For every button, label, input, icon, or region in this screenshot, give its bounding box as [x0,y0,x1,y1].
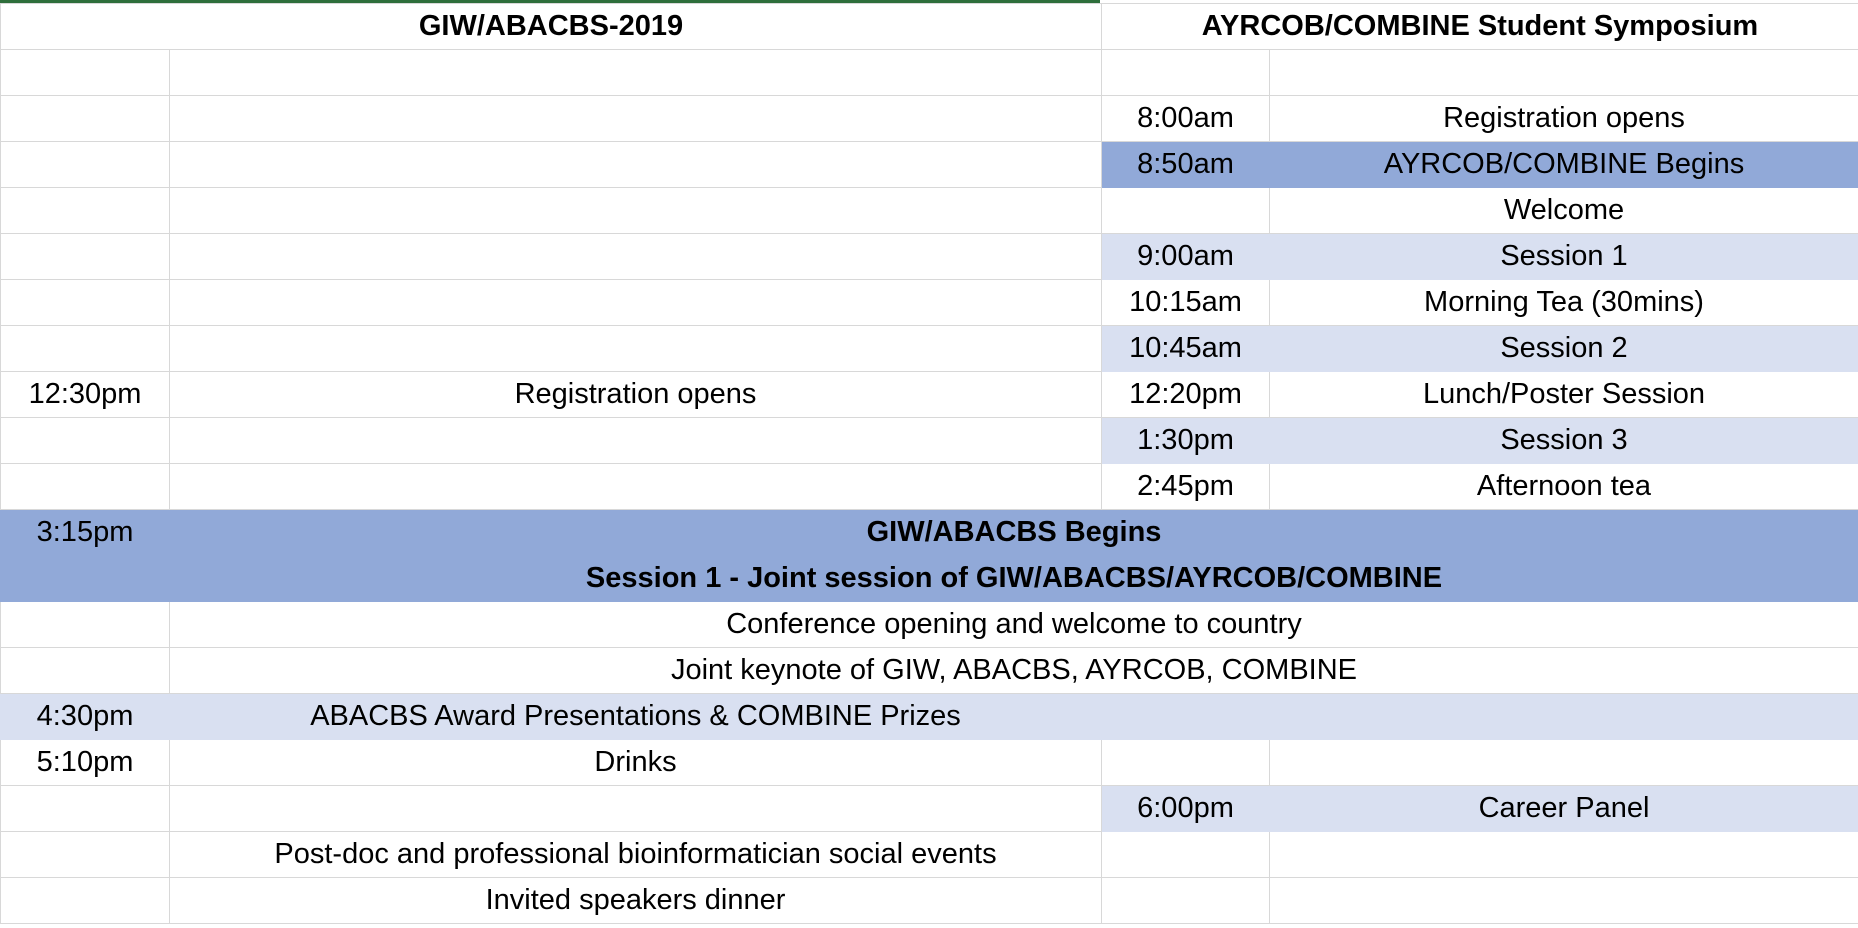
cell[interactable] [169,325,1102,372]
right-time-cell[interactable]: 8:00am [1101,95,1270,142]
table-row: 10:45am Session 2 [0,325,1858,372]
joint-begins-cell[interactable]: GIW/ABACBS Begins [169,509,1858,556]
table-row: 8:50am AYRCOB/COMBINE Begins [0,141,1858,188]
right-event-cell[interactable]: Afternoon tea [1269,463,1858,510]
right-time-cell[interactable]: 1:30pm [1101,417,1270,464]
cell[interactable] [169,95,1102,142]
table-row: Session 1 - Joint session of GIW/ABACBS/… [0,555,1858,602]
table-row: 12:30pm Registration opens 12:20pm Lunch… [0,371,1858,418]
cell[interactable] [0,325,170,372]
cell[interactable] [169,141,1102,188]
cell[interactable] [1269,877,1858,924]
table-row: 6:00pm Career Panel [0,785,1858,832]
cell[interactable] [0,233,170,280]
cell[interactable] [169,463,1102,510]
cell[interactable] [1269,739,1858,786]
right-time-cell[interactable]: 9:00am [1101,233,1270,280]
left-event-cell[interactable]: Invited speakers dinner [169,877,1102,924]
right-time-cell[interactable]: 6:00pm [1101,785,1270,832]
right-event-cell[interactable]: Session 2 [1269,325,1858,372]
cell[interactable] [0,877,170,924]
cell[interactable] [0,141,170,188]
cell[interactable] [0,647,170,694]
table-row: 8:00am Registration opens [0,95,1858,142]
table-row: 10:15am Morning Tea (30mins) [0,279,1858,326]
right-time-cell[interactable]: 10:15am [1101,279,1270,326]
right-time-cell[interactable]: 2:45pm [1101,463,1270,510]
right-time-cell[interactable]: 8:50am [1101,141,1270,188]
table-row [0,49,1858,96]
conference-opening-cell[interactable]: Conference opening and welcome to countr… [169,601,1858,648]
cell[interactable] [0,831,170,878]
left-time-cell[interactable]: 4:30pm [0,693,170,740]
table-row: 4:30pm ABACBS Award Presentations & COMB… [0,693,1858,740]
table-row: Joint keynote of GIW, ABACBS, AYRCOB, CO… [0,647,1858,694]
table-row: 9:00am Session 1 [0,233,1858,280]
right-event-cell[interactable]: Lunch/Poster Session [1269,371,1858,418]
cell[interactable] [1101,739,1270,786]
joint-time-cell[interactable]: 3:15pm [0,509,170,556]
right-event-cell[interactable]: Session 1 [1269,233,1858,280]
cell[interactable] [0,555,170,602]
cell[interactable] [0,95,170,142]
table-row: Post-doc and professional bioinformatici… [0,831,1858,878]
cell[interactable] [1269,831,1858,878]
right-time-cell[interactable]: 10:45am [1101,325,1270,372]
cell[interactable] [1101,877,1270,924]
header-giw-abacbs[interactable]: GIW/ABACBS-2019 [0,3,1102,50]
cell[interactable] [0,417,170,464]
table-row: Conference opening and welcome to countr… [0,601,1858,648]
header-ayrcob-combine[interactable]: AYRCOB/COMBINE Student Symposium [1101,3,1858,50]
right-event-cell[interactable]: Registration opens [1269,95,1858,142]
cell[interactable] [1269,49,1858,96]
cell[interactable] [169,49,1102,96]
joint-keynote-cell[interactable]: Joint keynote of GIW, ABACBS, AYRCOB, CO… [169,647,1858,694]
right-time-cell[interactable] [1101,187,1270,234]
right-event-cell[interactable]: Session 3 [1269,417,1858,464]
right-event-cell[interactable]: Welcome [1269,187,1858,234]
right-event-cell[interactable]: Career Panel [1269,785,1858,832]
joint-session-cell[interactable]: Session 1 - Joint session of GIW/ABACBS/… [169,555,1858,602]
table-row: 1:30pm Session 3 [0,417,1858,464]
table-row: 5:10pm Drinks [0,739,1858,786]
cell[interactable] [0,279,170,326]
cell[interactable] [169,785,1102,832]
left-event-cell[interactable]: Drinks [169,739,1102,786]
table-row: 2:45pm Afternoon tea [0,463,1858,510]
cell[interactable] [1101,49,1270,96]
cell[interactable] [1101,831,1270,878]
spreadsheet-view: GIW/ABACBS-2019 AYRCOB/COMBINE Student S… [0,0,1858,928]
cell[interactable] [0,601,170,648]
cell[interactable] [1101,693,1270,740]
header-row: GIW/ABACBS-2019 AYRCOB/COMBINE Student S… [0,3,1858,50]
cell[interactable] [0,49,170,96]
cell[interactable] [169,417,1102,464]
cell[interactable] [0,187,170,234]
left-event-cell[interactable]: ABACBS Award Presentations & COMBINE Pri… [169,693,1102,740]
cell[interactable] [169,233,1102,280]
table-row: 3:15pm GIW/ABACBS Begins [0,509,1858,556]
cell[interactable] [169,279,1102,326]
right-event-cell[interactable]: AYRCOB/COMBINE Begins [1269,141,1858,188]
right-event-cell[interactable]: Morning Tea (30mins) [1269,279,1858,326]
table-row: Welcome [0,187,1858,234]
left-time-cell[interactable]: 12:30pm [0,371,170,418]
cell[interactable] [0,463,170,510]
table-row: Invited speakers dinner [0,877,1858,924]
cell[interactable] [169,187,1102,234]
left-time-cell[interactable]: 5:10pm [0,739,170,786]
cell[interactable] [0,785,170,832]
left-event-cell[interactable]: Registration opens [169,371,1102,418]
cell[interactable] [1269,693,1858,740]
schedule-grid: GIW/ABACBS-2019 AYRCOB/COMBINE Student S… [0,3,1858,924]
left-event-cell[interactable]: Post-doc and professional bioinformatici… [169,831,1102,878]
right-time-cell[interactable]: 12:20pm [1101,371,1270,418]
